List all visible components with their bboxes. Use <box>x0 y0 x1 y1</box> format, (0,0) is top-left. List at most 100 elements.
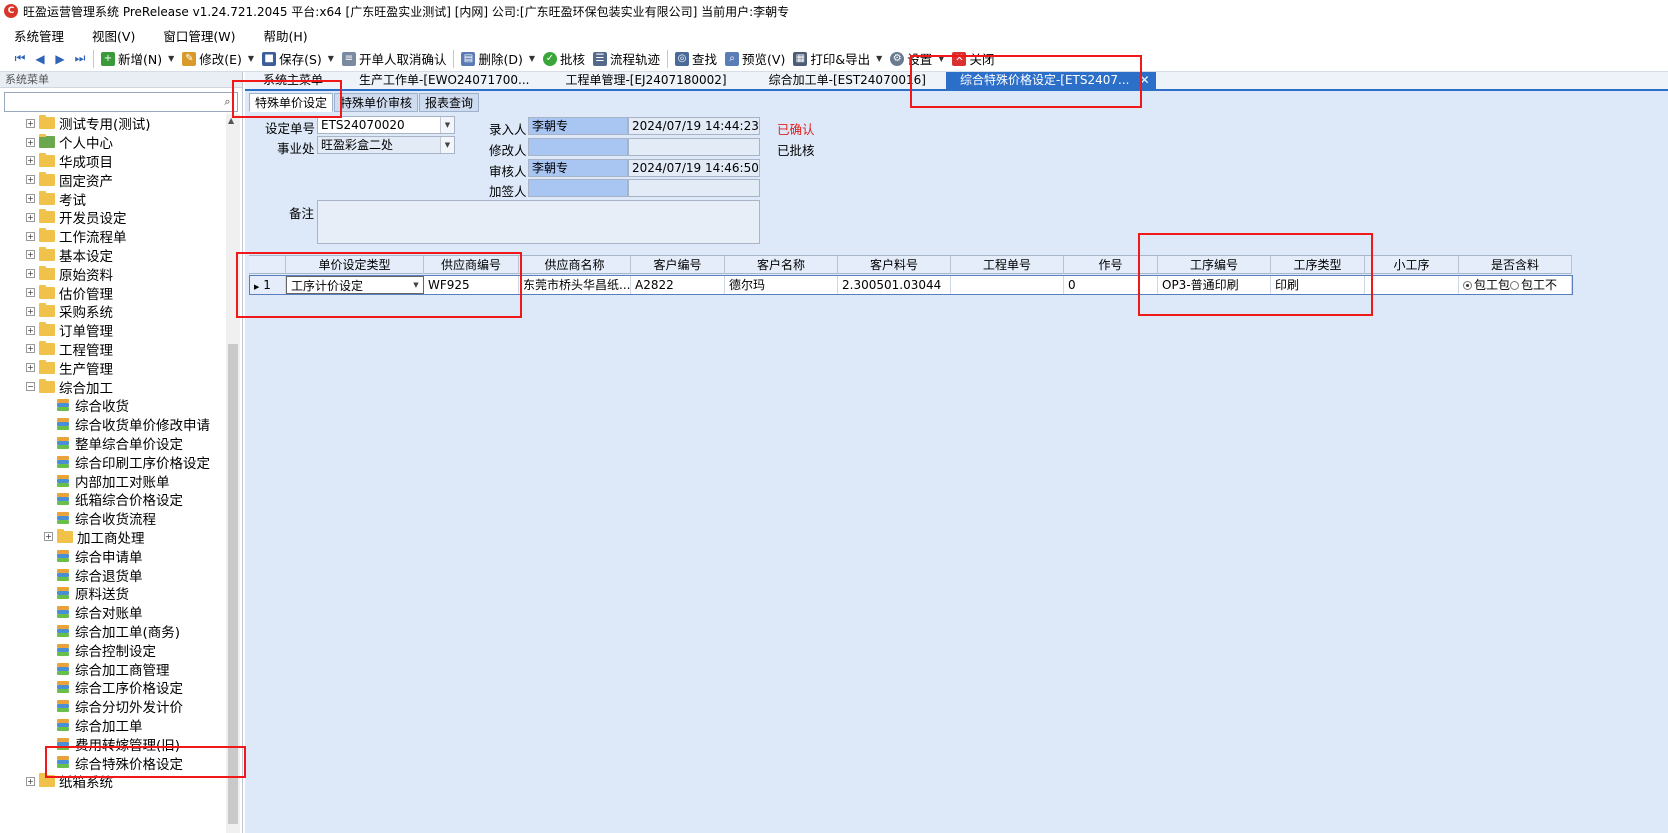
new-button[interactable]: + 新增(N) <box>97 48 166 70</box>
sidebar-item[interactable]: 费用转嫁管理(旧) <box>0 734 226 754</box>
menu-window[interactable]: 窗口管理(W) <box>149 26 249 45</box>
sidebar-item[interactable]: 内部加工对账单 <box>0 471 226 491</box>
first-record-icon[interactable]: ⏮ <box>10 49 30 69</box>
delete-button[interactable]: ▤ 删除(D) <box>457 48 526 70</box>
dept-field[interactable]: 旺盈彩盒二处 ▼ <box>317 136 455 154</box>
expand-icon[interactable]: + <box>26 231 35 241</box>
sidebar-item[interactable]: + 固定资产 <box>0 170 226 190</box>
sidebar-item[interactable]: + 工作流程单 <box>0 227 226 246</box>
prev-record-icon[interactable]: ◀ <box>30 49 50 69</box>
expand-icon[interactable]: + <box>26 776 35 786</box>
subtab-report[interactable]: 报表查询 <box>419 93 480 112</box>
find-button[interactable]: ◎ 查找 <box>671 48 721 70</box>
sidebar-item[interactable]: + 华成项目 <box>0 152 226 171</box>
sidebar-item[interactable]: 综合对账单 <box>0 603 226 622</box>
tab-processing-order[interactable]: 综合加工单-[EST24070016] <box>755 72 940 89</box>
sidebar-item[interactable]: 综合特殊价格设定 <box>0 753 226 773</box>
col-process-no[interactable]: 工序编号 <box>1158 256 1271 274</box>
col-sub-process[interactable]: 小工序 <box>1365 256 1459 274</box>
sidebar-item[interactable]: 综合退货单 <box>0 565 226 585</box>
sidebar-item[interactable]: + 开发员设定 <box>0 208 226 227</box>
sidebar-item[interactable]: 综合分切外发计价 <box>0 697 226 716</box>
col-customer-no[interactable]: 客户编号 <box>631 256 725 274</box>
sidebar-item[interactable]: 综合加工单(商务) <box>0 622 226 641</box>
col-material[interactable]: 是否含料 <box>1459 256 1572 274</box>
tab-special-price[interactable]: 综合特殊价格设定-[ETS2407... ✕ <box>945 72 1156 89</box>
subtab-price-setting[interactable]: 特殊单价设定 <box>249 93 334 112</box>
close-button[interactable]: ✕ 关闭 <box>948 48 998 70</box>
expand-icon[interactable]: + <box>26 288 35 298</box>
sidebar-item[interactable]: + 纸箱系统 <box>0 772 226 791</box>
edit-dropdown-icon[interactable]: ▼ <box>248 54 254 63</box>
expand-icon[interactable]: + <box>26 250 35 260</box>
sidebar-item[interactable]: 综合加工商管理 <box>0 659 226 679</box>
scroll-up-icon[interactable]: ▲ <box>228 116 234 125</box>
settings-dropdown-icon[interactable]: ▼ <box>938 54 944 63</box>
tab-work-order[interactable]: 生产工作单-[EWO24071700... <box>345 72 543 89</box>
sidebar-item[interactable]: + 基本设定 <box>0 246 226 265</box>
expand-icon[interactable]: + <box>26 137 35 147</box>
col-supplier-no[interactable]: 供应商编号 <box>424 256 519 274</box>
sidebar-item[interactable]: + 工程管理 <box>0 340 226 359</box>
sidebar-item[interactable]: 整单综合单价设定 <box>0 434 226 453</box>
tab-project-order[interactable]: 工程单管理-[EJ2407180002] <box>551 72 740 89</box>
subtab-price-review[interactable]: 特殊单价审核 <box>334 93 419 112</box>
chevron-down-icon[interactable]: ▼ <box>440 137 454 153</box>
sidebar-item[interactable]: + 订单管理 <box>0 321 226 340</box>
sidebar-item[interactable]: 综合印刷工序价格设定 <box>0 452 226 472</box>
sidebar-item[interactable]: + 加工商处理 <box>0 528 226 547</box>
sidebar-item[interactable]: + 采购系统 <box>0 302 226 321</box>
supplier-no-cell[interactable]: WF925 <box>424 276 519 294</box>
sidebar-item[interactable]: 纸箱综合价格设定 <box>0 490 226 509</box>
col-price-type[interactable]: 单价设定类型 <box>286 256 424 274</box>
job-no-cell[interactable]: 0 <box>1064 276 1158 294</box>
customer-name-cell[interactable]: 德尔玛 <box>725 276 838 294</box>
col-job-no[interactable]: 作号 <box>1064 256 1158 274</box>
expand-icon[interactable]: + <box>26 269 35 279</box>
next-record-icon[interactable]: ▶ <box>50 49 70 69</box>
expand-icon[interactable]: + <box>26 344 35 354</box>
material-radio-2[interactable] <box>1510 281 1520 290</box>
print-dropdown-icon[interactable]: ▼ <box>876 54 882 63</box>
sidebar-item[interactable]: + 个人中心 <box>0 133 226 152</box>
sidebar-item[interactable]: + 估价管理 <box>0 283 226 303</box>
tab-close-icon[interactable]: ✕ <box>1139 73 1149 87</box>
tab-main-menu[interactable]: 系统主菜单 <box>249 72 337 89</box>
col-customer-name[interactable]: 客户名称 <box>725 256 838 274</box>
sidebar-item[interactable]: 综合收货单价修改申请 <box>0 415 226 434</box>
sidebar-item[interactable]: 综合收货流程 <box>0 509 226 528</box>
col-supplier-name[interactable]: 供应商名称 <box>519 256 631 274</box>
remark-field[interactable] <box>317 200 760 244</box>
sidebar-search-input[interactable]: ⌕ <box>4 92 238 112</box>
sidebar-item[interactable]: 综合控制设定 <box>0 640 226 660</box>
expand-icon[interactable]: + <box>26 175 35 185</box>
menu-help[interactable]: 帮助(H) <box>249 26 321 45</box>
approve-button[interactable]: ✓ 批核 <box>539 48 589 70</box>
sidebar-item[interactable]: + 生产管理 <box>0 358 226 378</box>
chevron-down-icon[interactable]: ▼ <box>409 277 423 293</box>
col-process-type[interactable]: 工序类型 <box>1271 256 1365 274</box>
sidebar-scrollbar[interactable]: ▲ <box>226 114 240 833</box>
sidebar-item[interactable]: 原料送货 <box>0 584 226 603</box>
expand-icon[interactable]: + <box>26 306 35 316</box>
col-project-no[interactable]: 工程单号 <box>951 256 1064 274</box>
save-dropdown-icon[interactable]: ▼ <box>328 54 334 63</box>
delete-dropdown-icon[interactable]: ▼ <box>529 54 535 63</box>
expand-icon[interactable]: + <box>26 118 35 128</box>
collapse-icon[interactable]: − <box>26 382 35 392</box>
save-button[interactable]: ■ 保存(S) <box>258 48 326 70</box>
expand-icon[interactable]: + <box>26 325 35 335</box>
print-export-button[interactable]: ▦ 打印&导出 <box>789 48 874 70</box>
col-customer-part[interactable]: 客户料号 <box>838 256 951 274</box>
process-no-cell[interactable]: OP3-普通印刷 <box>1158 276 1271 294</box>
chevron-down-icon[interactable]: ▼ <box>440 117 454 133</box>
material-radio-1[interactable] <box>1463 281 1472 290</box>
customer-no-cell[interactable]: A2822 <box>631 276 725 294</box>
sidebar-item[interactable]: 综合工序价格设定 <box>0 678 226 697</box>
settings-button[interactable]: ⚙ 设置 <box>886 48 936 70</box>
customer-part-cell[interactable]: 2.300501.03044 <box>838 276 951 294</box>
table-row[interactable]: ▶ 1 工序计价设定 ▼ WF925 东莞市桥头华昌纸... A2822 德尔玛 … <box>249 275 1573 295</box>
sidebar-item[interactable]: 综合申请单 <box>0 546 226 566</box>
sidebar-item[interactable]: + 考试 <box>0 189 226 209</box>
expand-icon[interactable]: + <box>26 363 35 373</box>
